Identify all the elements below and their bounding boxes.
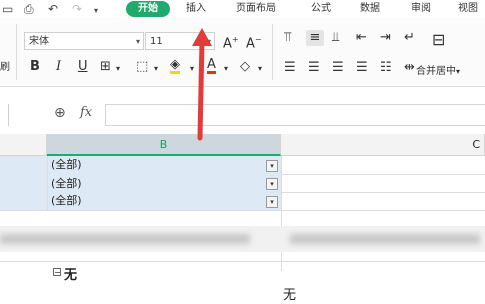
- arrow-head: [192, 28, 212, 46]
- arrow-shaft: [197, 37, 205, 141]
- annotation-arrow: [192, 28, 212, 141]
